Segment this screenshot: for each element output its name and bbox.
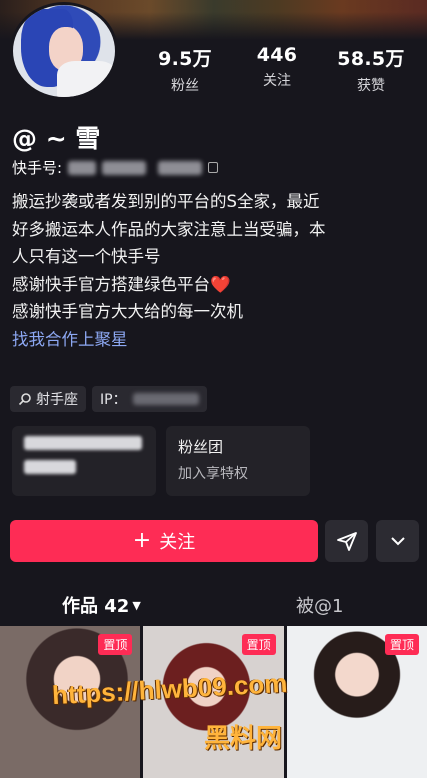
bio-line-text: 感谢快手官方搭建绿色平台 [12,274,210,294]
bio-line-4: 感谢快手官方搭建绿色平台❤️ [12,271,417,299]
send-icon [336,532,357,551]
stat-following-value: 446 [256,44,298,66]
stat-following-label: 关注 [263,73,291,89]
tag-ip-label: IP： [100,392,127,408]
stat-fans-value: 9.5万 [158,48,212,70]
stat-following[interactable]: 446 关注 [232,44,322,90]
tab-mentioned[interactable]: 被@1 [296,592,343,618]
follow-label: 关注 [159,532,196,553]
redacted-ip [132,393,199,405]
work-thumbnail[interactable]: 置顶 [286,626,427,778]
bio-line: 搬运抄袭或者发到别的平台的S全家，最近 [12,192,320,211]
bio-line: 好多搬运本人作品的大家注意上当受骗，本 [12,219,326,239]
stat-fans[interactable]: 9.5万 粉丝 [140,44,230,95]
profile-tags: 射手座 IP： [10,386,207,412]
card-redacted[interactable] [12,426,156,496]
card-fans-club[interactable]: 粉丝团 加入享特权 [166,426,310,496]
chevron-down-icon [390,537,405,546]
follow-button[interactable]: + 关注 [10,520,318,562]
redacted-id-part [102,160,147,175]
profile-cards: 粉丝团 加入享特权 [12,426,310,496]
stat-likes-value: 58.5万 [337,48,405,70]
redacted-id-part [158,160,203,175]
heart-emoji-icon: ❤️ [210,274,231,294]
bio-line: 感谢快手官方大大给的每一次机 [12,302,243,321]
caret-down-icon: ▼ [132,599,141,612]
copy-icon[interactable] [208,162,219,173]
profile-tabs: 作品 42 ▼ 被@1 [0,584,427,624]
profile-bio: 搬运抄袭或者发到别的平台的S全家，最近 好多搬运本人作品的大家注意上当受骗，本 … [12,188,417,353]
avatar-shirt [57,61,115,97]
search-icon [18,393,31,406]
pinned-badge: 置顶 [98,634,133,655]
redacted-id-part [68,160,97,175]
fans-club-subtitle: 加入享特权 [178,466,248,482]
tab-works[interactable]: 作品 42 ▼ [62,592,141,618]
stat-likes[interactable]: 58.5万 获赞 [326,44,416,95]
share-button[interactable] [325,520,368,562]
pinned-badge: 置顶 [241,634,276,655]
tab-works-label: 作品 42 [62,596,130,617]
more-options-button[interactable] [376,520,419,562]
redacted-text [24,436,142,450]
pinned-badge: 置顶 [384,634,419,655]
kuaishou-id-label: 快手号: [12,159,63,177]
plus-icon: + [132,528,152,553]
watermark-site: 黑料网 [204,724,283,754]
kuaishou-id-row: 快手号: [12,157,219,178]
avatar[interactable] [10,2,118,100]
stat-likes-label: 获赞 [357,78,385,94]
fans-club-title: 粉丝团 [178,438,224,456]
redacted-text [24,460,76,474]
display-name: @ ~ 雪 [12,124,101,153]
tag-zodiac: 射手座 [10,386,86,412]
bio-line: 人只有这一个快手号 [12,247,161,266]
tag-ip: IP： [92,386,207,412]
tag-zodiac-label: 射手座 [36,392,78,408]
stat-fans-label: 粉丝 [171,78,199,94]
collab-link[interactable]: 找我合作上聚星 [12,326,417,354]
profile-stats: 9.5万 粉丝 446 关注 58.5万 获赞 [140,44,427,96]
